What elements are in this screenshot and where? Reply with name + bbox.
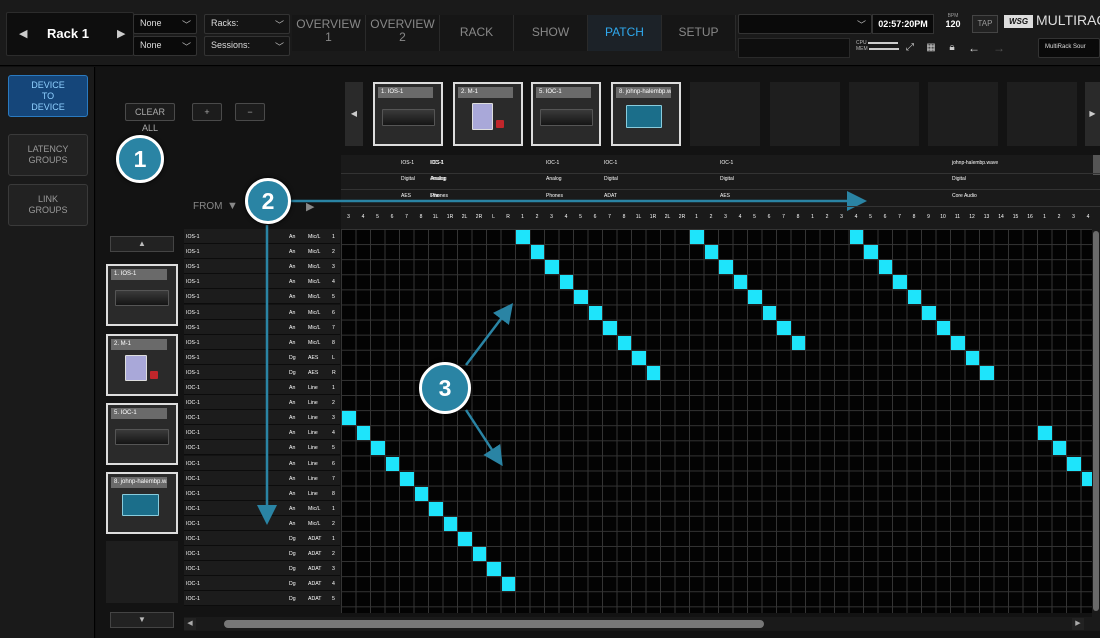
annotation-overlay xyxy=(257,191,867,525)
arrow-to-patches-lower xyxy=(464,409,503,467)
callout-1: 1 xyxy=(116,135,164,183)
callout-2: 2 xyxy=(245,178,291,224)
patch-window: ◀ Rack 1 ▶ None ﹀ None ﹀ Racks: ﹀ Sessions:… xyxy=(0,0,1100,638)
arrow-to-patches-upper xyxy=(465,303,514,366)
header-divider xyxy=(341,173,1100,174)
header-divider xyxy=(341,206,1100,207)
callout-3: 3 xyxy=(419,362,471,414)
header-divider xyxy=(341,189,1100,190)
